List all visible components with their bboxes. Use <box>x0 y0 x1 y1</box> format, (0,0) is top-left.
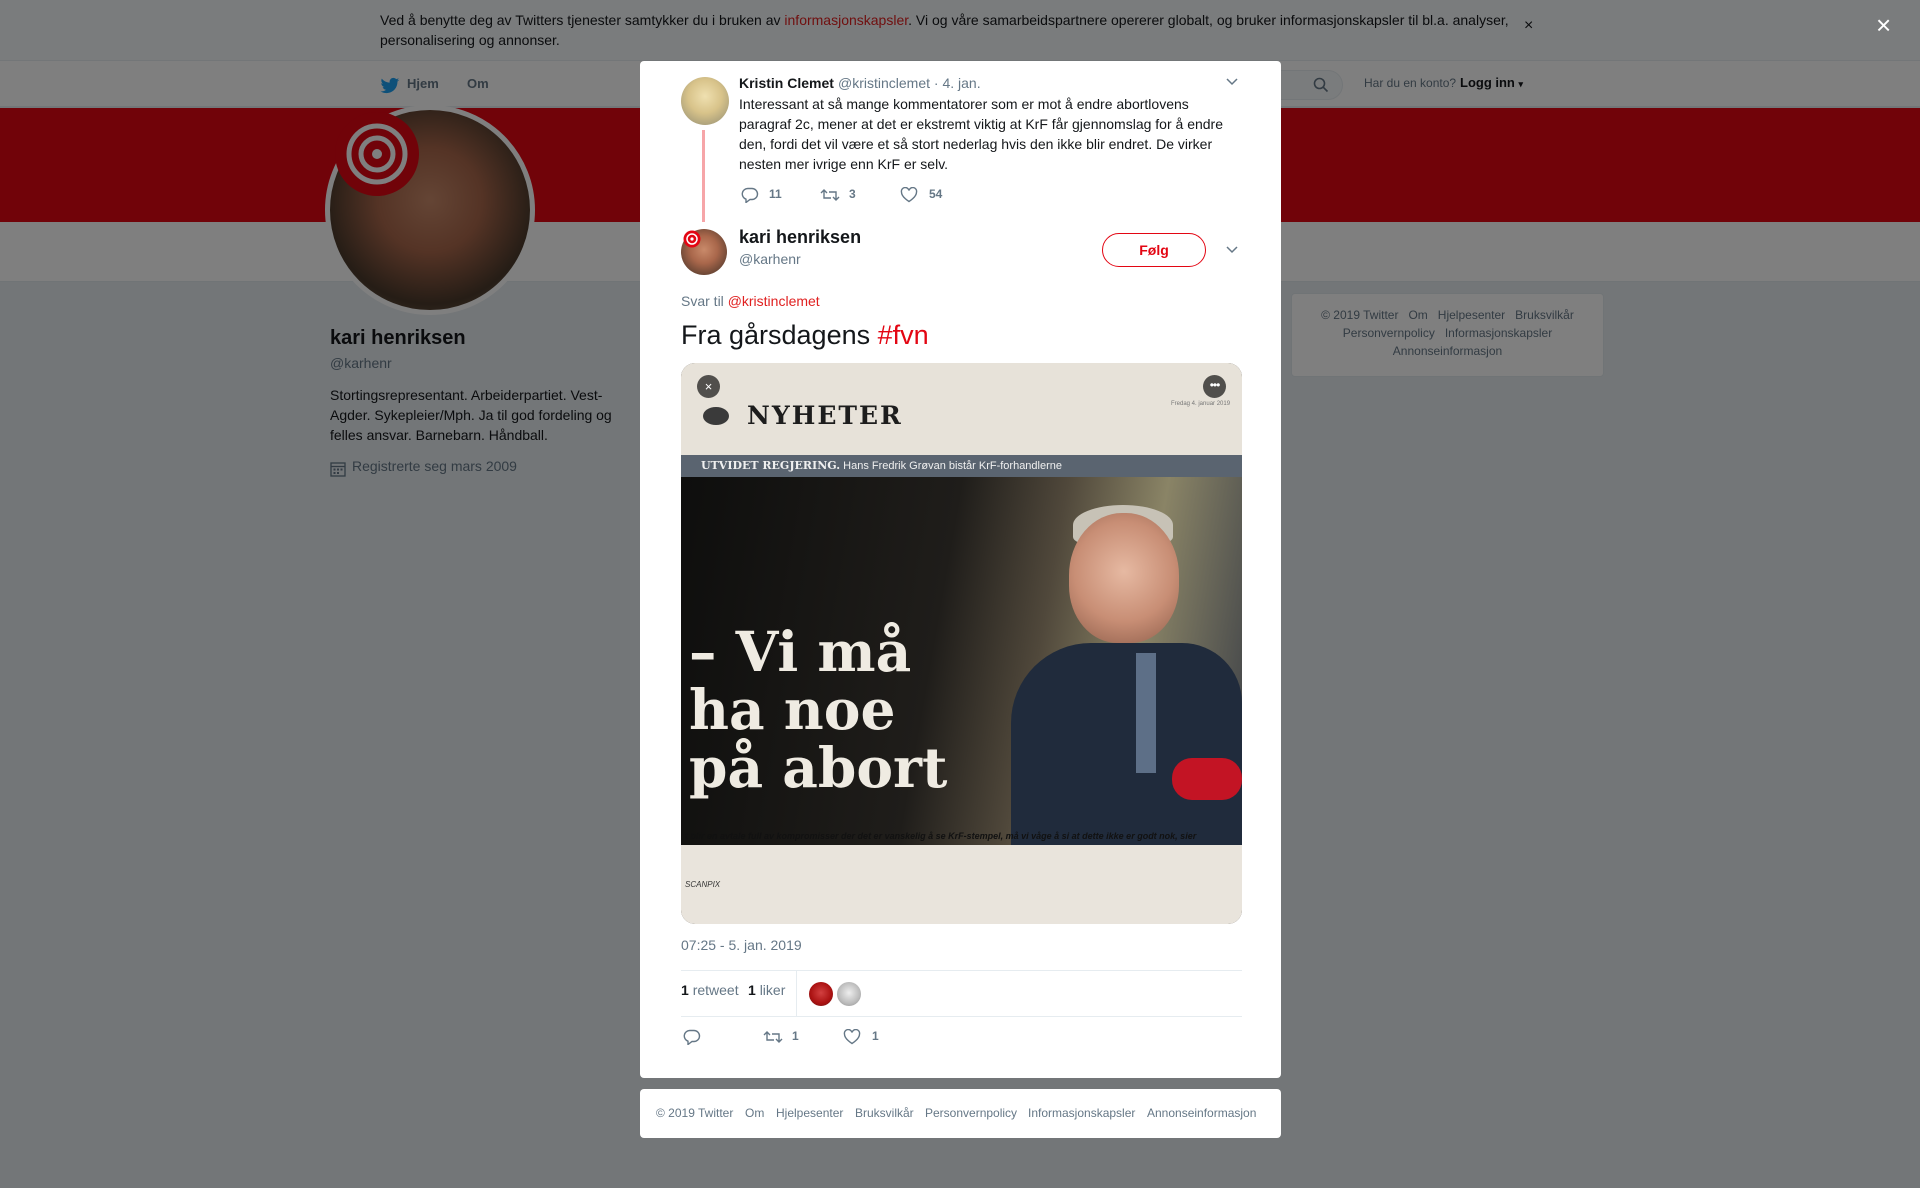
newspaper-masthead: NYHETER <box>747 401 903 430</box>
parent-reply-count: 11 <box>769 187 782 201</box>
retweet-icon <box>820 189 840 201</box>
parent-tweet-avatar[interactable] <box>681 77 729 125</box>
like-stat-count: 1 <box>748 982 756 998</box>
stats-vertical-divider <box>796 971 797 1016</box>
reply-to-prefix: Svar til <box>681 293 728 309</box>
stats-divider-top <box>681 970 1242 971</box>
newspaper-date: Fredag 4. januar 2019 <box>1171 401 1231 407</box>
footer-privacy[interactable]: Personvernpolicy <box>925 1106 1017 1120</box>
retweet-stat-count: 1 <box>681 982 689 998</box>
tweet-hashtag[interactable]: #fvn <box>878 320 929 350</box>
more-icon[interactable]: ••• <box>1203 375 1226 398</box>
newspaper-credit: SCANPIX <box>685 880 721 889</box>
headline-line-1: – Vi må <box>689 619 912 684</box>
parent-tweet-handle[interactable]: @kristinclemet · 4. jan. <box>838 75 981 91</box>
footer-copyright: © 2019 Twitter <box>656 1106 734 1120</box>
rose-logo-icon <box>683 230 701 248</box>
footer-terms[interactable]: Bruksvilkår <box>855 1106 914 1120</box>
retweet-action-count: 1 <box>792 1029 799 1043</box>
photo-suit <box>1011 643 1242 853</box>
reply-icon <box>741 187 759 203</box>
reply-to-handle[interactable]: @kristinclemet <box>728 293 820 309</box>
tweet-text: Fra gårsdagens #fvn <box>681 318 929 352</box>
like-action-count: 1 <box>872 1029 879 1043</box>
heart-icon <box>843 1029 861 1045</box>
photo-microphone <box>1172 758 1242 800</box>
reply-action[interactable] <box>683 1029 707 1047</box>
parent-tweet-text: Interessant at så mange kommentatorer so… <box>739 96 1223 172</box>
footer-about[interactable]: Om <box>745 1106 764 1120</box>
chevron-down-icon[interactable] <box>1226 246 1238 254</box>
tweet-photo[interactable]: NYHETER Fredag 4. januar 2019 UTVIDET RE… <box>681 363 1242 924</box>
like-stat-label: liker <box>759 982 786 998</box>
modal-footer: © 2019 Twitter Om Hjelpesenter Bruksvilk… <box>640 1089 1281 1138</box>
footer-ads[interactable]: Annonseinformasjon <box>1147 1106 1256 1120</box>
strip-rest: Hans Fredrik Grøvan bistår KrF-forhandle… <box>840 460 1063 472</box>
chevron-down-icon[interactable] <box>1226 78 1238 86</box>
footer-cookies[interactable]: Informasjonskapsler <box>1028 1106 1135 1120</box>
strip-bold: UTVIDET REGJERING. <box>701 459 841 472</box>
parent-retweet-action[interactable]: 3 <box>820 187 860 205</box>
close-icon[interactable]: × <box>697 375 720 398</box>
parent-like-action[interactable]: 54 <box>900 187 950 205</box>
photo-tie <box>1136 653 1156 773</box>
parent-reply-action[interactable]: 11 <box>741 187 782 205</box>
like-stat[interactable]: 1 liker <box>748 982 785 998</box>
tweet-author-handle[interactable]: @karhenr <box>739 251 801 267</box>
footer-help[interactable]: Hjelpesenter <box>776 1106 843 1120</box>
headline-line-2: ha noe <box>689 677 896 742</box>
reply-icon <box>683 1029 701 1045</box>
newspaper-caption: t blir en avtale full av kompromisser de… <box>685 831 1197 841</box>
newspaper-strip-text: UTVIDET REGJERING. Hans Fredrik Grøvan b… <box>701 459 1062 472</box>
liker-avatar[interactable] <box>809 982 833 1006</box>
retweet-stat[interactable]: 1 retweet <box>681 982 739 998</box>
overlay-close-button[interactable]: × <box>1876 12 1891 38</box>
photo-face <box>1069 513 1179 643</box>
tweet-text-body: Fra gårsdagens <box>681 320 878 350</box>
headline-line-3: på abort <box>689 735 948 800</box>
parent-tweet-name[interactable]: Kristin Clemet <box>739 75 834 91</box>
newspaper-bottom <box>681 845 1242 924</box>
stats-divider-bottom <box>681 1016 1242 1017</box>
parent-like-count: 54 <box>929 187 943 201</box>
heart-icon <box>900 187 918 203</box>
thread-connector <box>702 130 705 222</box>
retweet-icon <box>763 1031 783 1043</box>
liker-avatar[interactable] <box>837 982 861 1006</box>
like-action[interactable]: 1 <box>843 1029 883 1047</box>
tweet-timestamp[interactable]: 07:25 - 5. jan. 2019 <box>681 937 802 953</box>
tweet-author-name[interactable]: kari henriksen <box>739 227 861 248</box>
follow-button[interactable]: Følg <box>1102 233 1206 267</box>
retweet-action[interactable]: 1 <box>763 1029 803 1047</box>
newspaper-logo <box>703 407 729 425</box>
retweet-stat-label: retweet <box>692 982 739 998</box>
parent-retweet-count: 3 <box>849 187 856 201</box>
newspaper-headline: – Vi må ha noe på abort <box>689 623 947 797</box>
reply-to-line: Svar til @kristinclemet <box>681 293 820 309</box>
